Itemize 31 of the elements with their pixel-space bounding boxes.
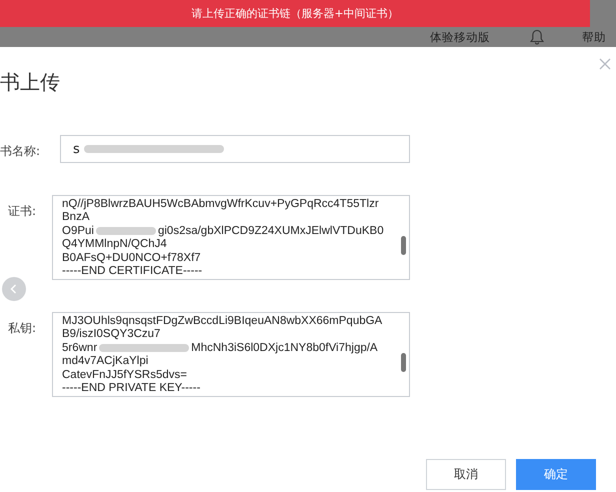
- text-line: O9Pui: [62, 224, 94, 238]
- blur-smudge: [96, 227, 156, 236]
- text-line: gi0s2sa/gbXlPCD9Z24XUMxJElwlVTDuKB0: [158, 224, 384, 238]
- text-line: nQ//jP8BlwrzBAUH5WcBAbmvgWfrKcuv+PyGPqRcc4T55Tlzr: [62, 198, 379, 212]
- text-line: -----END CERTIFICATE-----: [62, 264, 202, 278]
- dialog-title: 书上传: [0, 68, 60, 96]
- text-line: B0AFsQ+DU0NCO+f78Xf7: [62, 252, 201, 265]
- text-line: Q4YMMlnpN/QChJ4: [62, 238, 167, 252]
- certificate-text-area[interactable]: nQ//jP8BlwrzBAUH5WcBAbmvgWfrKcuv+PyGPqRcc4T55Tlzr BnzA O9Pui gi0s2sa/gbXlPCD9Z24XUMxJElwlVTDuKB0 Q4YMMlnpN/QChJ4 B0AFsQ+DU0NCO+f78Xf7 -----END CERTIFICATE-----: [52, 195, 410, 280]
- name-input-field[interactable]: s: [60, 135, 410, 163]
- header-link[interactable]: 帮助: [582, 30, 606, 44]
- private-key-text-area[interactable]: MJ3OUhls9qnsqstFDgZwBccdLi9BIqeuAN8wbXX66mPqubGA B9/iszI0SQY3Czu7 5r6wnr MhcNh3iS6l0DXjc1NY8b0fVi7hjgp/A md4v7ACjKaYlpi CatevFnJJ5fYSRs5dvs= -----END PRIVATE KEY-----: [52, 312, 410, 397]
- text-line: 5r6wnr: [62, 342, 98, 356]
- header-link[interactable]: 体验移动版: [430, 30, 490, 44]
- text-line: MJ3OUhls9qnsqstFDgZwBccdLi9BIqeuAN8wbXX66mPqubGA: [62, 315, 382, 328]
- text-line: CatevFnJJ5fYSRs5dvs=: [62, 368, 187, 382]
- field-label: 书名称:: [0, 143, 42, 160]
- scrollbar-thumb[interactable]: [401, 353, 406, 372]
- text-line: -----END PRIVATE KEY-----: [62, 382, 200, 396]
- bell-icon[interactable]: [530, 29, 544, 45]
- scrollbar-thumb[interactable]: [401, 236, 406, 255]
- alert-message: 请上传正确的证书链（服务器+中间证书）: [191, 6, 399, 21]
- field-label: 证书:: [7, 203, 38, 220]
- field-label: 私钥:: [7, 320, 38, 337]
- text-line: B9/iszI0SQY3Czu7: [62, 328, 160, 342]
- field-value: s: [73, 142, 80, 156]
- text-line: BnzA: [62, 211, 90, 225]
- cancel-button[interactable]: 取消: [426, 459, 506, 490]
- text-line: md4v7ACjKaYlpi: [62, 355, 148, 369]
- close-icon[interactable]: [599, 58, 611, 70]
- text-line: MhcNh3iS6l0DXjc1NY8b0fVi7hjgp/A: [191, 342, 378, 356]
